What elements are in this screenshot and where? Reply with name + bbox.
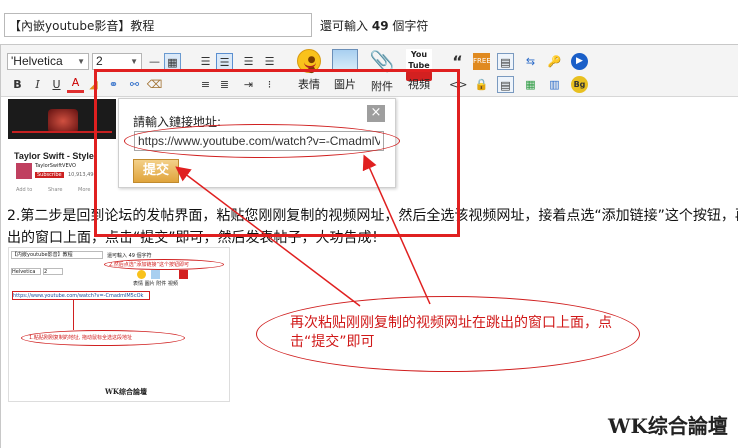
shot-size: 2: [43, 268, 63, 275]
shot-note-2: 1.粘贴刚刚复制的地址, 拖动鼠标全选这段地址: [29, 335, 132, 341]
example-screenshot: 【内嵌youtube影音】教程 還可輸入 49 個字符 2.然后点选“添加链接”…: [8, 247, 230, 402]
shot-image-icon: [151, 270, 160, 279]
shot-font: Helvetica: [11, 268, 41, 275]
shot-youtube-icon: [179, 270, 188, 279]
shot-toolbar-labels: 表情 圖片 附件 視頻: [133, 281, 178, 287]
shot-footer: WK综合論壇: [105, 387, 147, 396]
shot-note-oval: [104, 259, 224, 270]
shot-smiley-icon: [137, 270, 146, 279]
shot-arrow: [73, 300, 74, 330]
shot-url: https://www.youtube.com/watch?v=-CmadmlM…: [12, 291, 150, 300]
watermark: WK综合論壇: [608, 414, 728, 438]
shot-remaining: 還可輸入 49 個字符: [107, 253, 152, 259]
arrow-to-url: [362, 154, 431, 305]
shot-title: 【内嵌youtube影音】教程: [11, 251, 103, 259]
